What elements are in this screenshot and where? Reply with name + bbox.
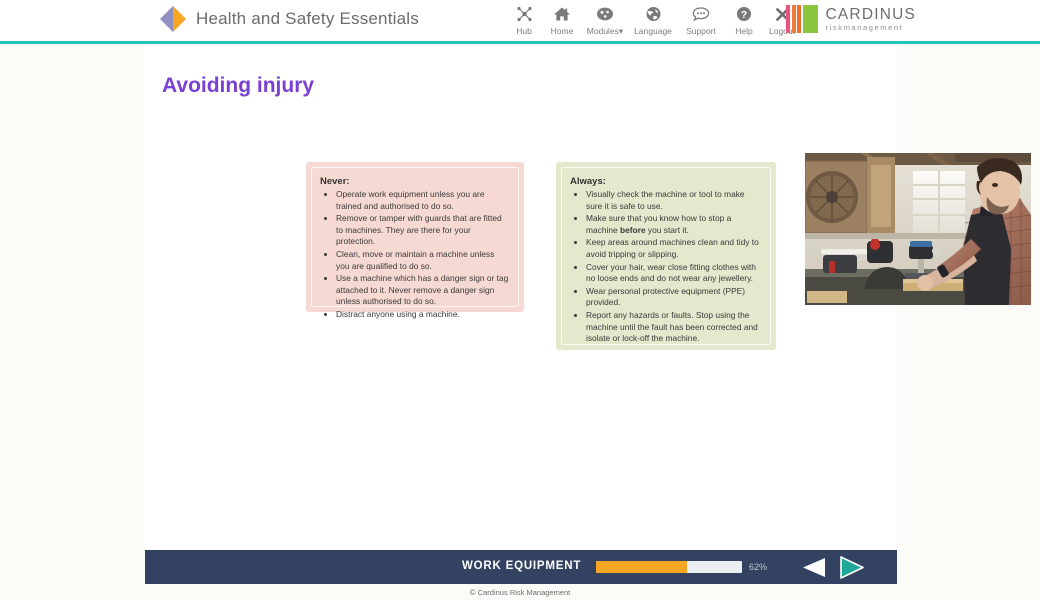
chevron-down-icon: ▾	[618, 26, 624, 36]
list-item: Use a machine which has a danger sign or…	[336, 273, 510, 308]
diamond-logo-icon	[160, 6, 186, 32]
copyright-symbol: ©	[469, 588, 476, 597]
question-circle-icon: ?	[736, 4, 752, 24]
never-card: Never: Operate work equipment unless you…	[306, 162, 524, 319]
nav-item-modules[interactable]: Modules▾	[581, 4, 629, 37]
list-item: Wear personal protective equipment (PPE)…	[586, 286, 762, 309]
nav-item-home[interactable]: Home	[543, 4, 581, 36]
always-card: Always: Visually check the machine or to…	[556, 162, 776, 350]
nav-label-home: Home	[550, 26, 574, 36]
list-item: Visually check the machine or tool to ma…	[586, 189, 762, 212]
list-item: Report any hazards or faults. Stop using…	[586, 310, 762, 345]
list-item: Clean, move or maintain a machine unless…	[336, 249, 510, 272]
list-item: Distract anyone using a machine.	[336, 309, 510, 321]
home-icon	[553, 4, 571, 24]
module-title: WORK EQUIPMENT	[462, 560, 582, 572]
list-item: Remove or tamper with guards that are fi…	[336, 213, 510, 248]
previous-arrow-icon	[803, 558, 825, 577]
app-header: Health and Safety Essentials Hub Home Mo…	[0, 0, 1040, 44]
never-card-heading: Never:	[320, 176, 350, 187]
app-title: Health and Safety Essentials	[196, 9, 419, 28]
always-card-list: Visually check the machine or tool to ma…	[570, 189, 762, 345]
modules-wheel-icon	[596, 4, 614, 24]
course-player: Health and Safety Essentials Hub Home Mo…	[0, 0, 1040, 600]
never-card-list: Operate work equipment unless you are tr…	[320, 189, 510, 321]
globe-icon	[645, 4, 662, 24]
progress-percent-label: 62%	[749, 562, 768, 572]
cardinus-bars-icon	[786, 5, 818, 33]
next-arrow-icon	[840, 556, 864, 579]
page-title: Avoiding injury	[162, 74, 315, 97]
nav-item-support[interactable]: Support	[677, 4, 725, 36]
player-bottom-bar: WORK EQUIPMENT 62%	[145, 550, 897, 584]
header-nav: Hub Home Modules▾ Language Support ? Hel…	[505, 4, 801, 37]
nav-item-hub[interactable]: Hub	[505, 4, 543, 36]
next-button[interactable]	[838, 555, 866, 580]
nav-label-help: Help	[735, 26, 753, 36]
cardinus-name: CARDINUS	[825, 5, 917, 23]
copyright-text: Cardinus Risk Management	[477, 588, 571, 597]
list-item: Make sure that you know how to stop a ma…	[586, 213, 762, 236]
slide-content: Avoiding injury Never: Operate work equi…	[144, 44, 1031, 549]
progress-bar-fill	[596, 561, 687, 573]
cardinus-logo: CARDINUS riskmanagement	[786, 5, 916, 33]
cardinus-wordmark: CARDINUS riskmanagement	[825, 5, 917, 32]
svg-text:?: ?	[741, 9, 747, 21]
always-card-heading: Always:	[570, 176, 606, 187]
nav-label-support: Support	[686, 26, 716, 36]
speech-bubble-icon	[692, 4, 710, 24]
nav-label-hub: Hub	[516, 26, 532, 36]
network-hub-icon	[516, 4, 533, 24]
nav-label-language: Language	[634, 26, 672, 36]
nav-label-modules: Modules▾	[586, 26, 624, 36]
list-item: Cover your hair, wear close fitting clot…	[586, 262, 762, 285]
nav-item-language[interactable]: Language	[629, 4, 677, 36]
workshop-photo	[805, 153, 1031, 305]
cardinus-tagline: riskmanagement	[825, 23, 904, 32]
list-item: Operate work equipment unless you are tr…	[336, 189, 510, 212]
nav-item-help[interactable]: ? Help	[725, 4, 763, 36]
brand: Health and Safety Essentials	[160, 6, 419, 32]
list-item: Keep areas around machines clean and tid…	[586, 237, 762, 260]
progress-bar	[596, 561, 742, 573]
previous-button[interactable]	[801, 557, 827, 578]
footer-copyright: © Cardinus Risk Management	[0, 588, 1040, 597]
